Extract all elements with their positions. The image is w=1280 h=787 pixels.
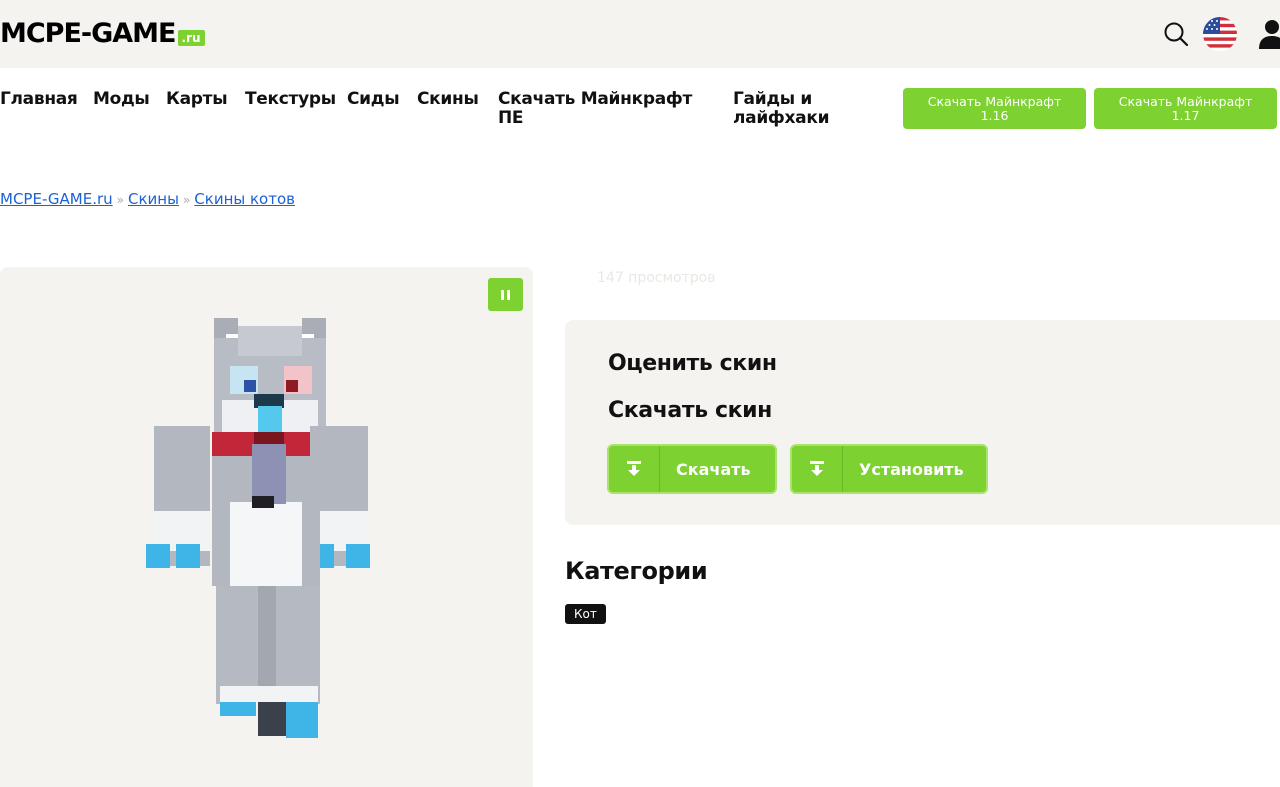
nav-item-home[interactable]: Главная — [0, 90, 78, 109]
logo-text: MCPE-GAME — [0, 18, 176, 49]
breadcrumb-cat-skins[interactable]: Скины котов — [194, 190, 295, 208]
pause-icon-bar — [507, 289, 510, 300]
views-counter: 147 просмотров — [597, 270, 716, 286]
nav-item-textures[interactable]: Текстуры — [245, 90, 336, 109]
nav-item-guides[interactable]: Гайды и лайфхаки — [733, 90, 843, 128]
nav-item-mods[interactable]: Моды — [93, 90, 150, 109]
rate-heading: Оценить скин — [608, 351, 777, 376]
download-heading: Скачать скин — [608, 398, 772, 423]
breadcrumb-skins[interactable]: Скины — [128, 190, 179, 208]
install-button-label: Установить — [859, 459, 964, 479]
breadcrumb: MCPE-GAME.ru» Скины» Скины котов — [0, 190, 295, 208]
us-flag-icon[interactable] — [1202, 16, 1238, 52]
download-icon — [609, 446, 660, 492]
skin-3d-model[interactable] — [140, 316, 375, 746]
nav-item-download-pe[interactable]: Скачать Майнкрафт ПЕ — [498, 90, 703, 128]
search-icon[interactable] — [1162, 20, 1190, 48]
user-icon[interactable] — [1258, 19, 1280, 49]
breadcrumb-separator: » — [182, 193, 191, 207]
download-button-label: Скачать — [676, 459, 751, 479]
download-116-label: Скачать Майнкрафт 1.16 — [927, 93, 1062, 123]
nav-item-maps[interactable]: Карты — [166, 90, 228, 109]
logo-suffix: .ru — [177, 30, 205, 46]
pause-icon — [501, 289, 504, 300]
download-117-button[interactable]: Скачать Майнкрафт 1.17 — [1094, 88, 1277, 129]
install-icon — [792, 446, 843, 492]
download-117-label: Скачать Майнкрафт 1.17 — [1118, 93, 1253, 123]
categories-heading: Категории — [565, 557, 708, 585]
install-button[interactable]: Установить — [790, 444, 988, 494]
nav-item-seeds[interactable]: Сиды — [347, 90, 400, 109]
site-logo[interactable]: MCPE-GAME .ru — [0, 18, 205, 50]
breadcrumb-home[interactable]: MCPE-GAME.ru — [0, 190, 113, 208]
category-tag-cat[interactable]: Кот — [565, 604, 606, 624]
download-button[interactable]: Скачать — [607, 444, 777, 494]
header-bar: MCPE-GAME .ru — [0, 0, 1280, 68]
pause-button[interactable] — [488, 278, 523, 311]
download-116-button[interactable]: Скачать Майнкрафт 1.16 — [903, 88, 1086, 129]
breadcrumb-separator: » — [116, 193, 124, 207]
header-icons — [1162, 16, 1280, 52]
main-nav: Главная Моды Карты Текстуры Сиды Скины С… — [0, 88, 1280, 132]
nav-item-skins[interactable]: Скины — [417, 90, 479, 109]
